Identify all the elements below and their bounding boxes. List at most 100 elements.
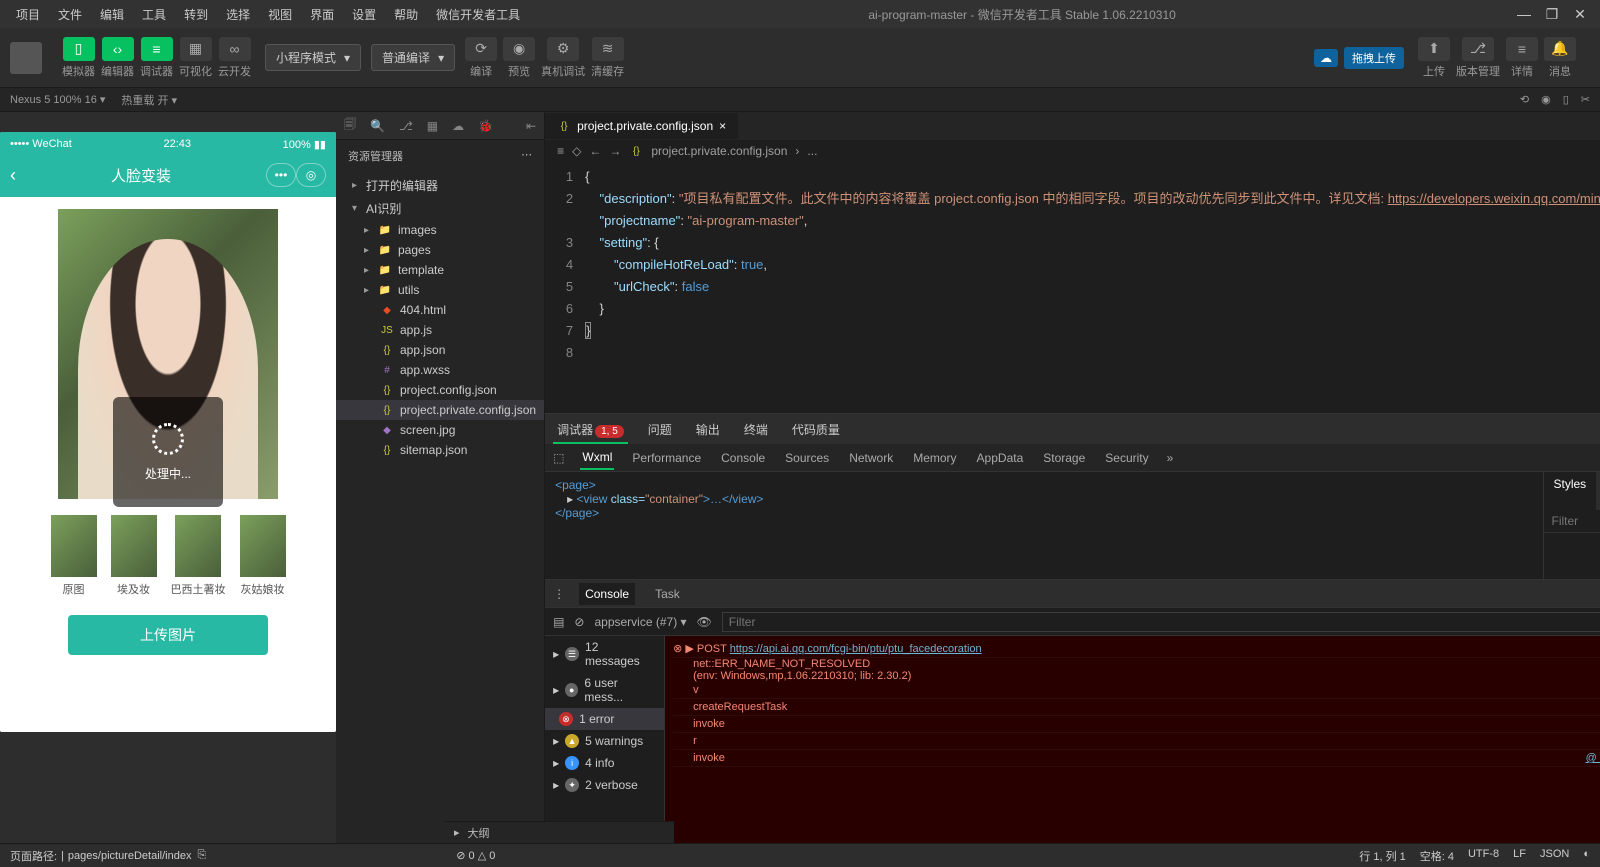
file-appjson[interactable]: {}app.json — [336, 340, 544, 360]
menu-view[interactable]: 视图 — [260, 2, 300, 27]
rotate-icon[interactable]: ⟲ — [1520, 93, 1529, 106]
msg-verbose[interactable]: ▸✦2 verbose — [545, 774, 664, 796]
menu-tool[interactable]: 工具 — [134, 2, 174, 27]
mode-dropdown[interactable]: 小程序模式▾ — [265, 44, 361, 71]
menu-settings[interactable]: 设置 — [344, 2, 384, 27]
inspect-icon[interactable]: ⬚ — [553, 451, 564, 465]
remote-debug-button[interactable]: ⚙真机调试 — [541, 37, 585, 79]
cut-icon[interactable]: ✂ — [1581, 93, 1590, 106]
tab-output[interactable]: 输出 — [692, 415, 724, 444]
thumb-egypt[interactable]: 埃及妆 — [111, 515, 157, 597]
error-url[interactable]: https://api.ai.qq.com/fcgi-bin/ptu/ptu_f… — [730, 643, 982, 655]
more-icon[interactable]: ⋯ — [521, 148, 532, 164]
console-log[interactable]: ⊗ ▶ POST https://api.ai.qq.com/fcgi-bin/… — [665, 636, 1600, 843]
encoding[interactable]: UTF-8 — [1468, 848, 1499, 864]
file-projectconfig[interactable]: {}project.config.json — [336, 380, 544, 400]
file-404[interactable]: ◆404.html — [336, 300, 544, 320]
kebab-icon[interactable]: ⋮ — [553, 587, 565, 601]
source-link[interactable]: @ WAServiceMainContext…09094889&v=2.30.2… — [1586, 752, 1600, 764]
drag-upload-tag[interactable]: 拖拽上传 — [1344, 47, 1404, 69]
code-editor[interactable]: 12345678 { "description": "项目私有配置文件。此文件中… — [545, 162, 1600, 413]
feedback-icon[interactable]: ◐ — [1583, 848, 1590, 864]
user-avatar[interactable] — [10, 42, 42, 74]
doc-link[interactable]: https://developers.weixin.qq.com/minipro… — [1388, 191, 1600, 206]
simulator-button[interactable]: ▯模拟器 — [62, 37, 95, 79]
thumb-cinderella[interactable]: 灰姑娘妆 — [240, 515, 286, 597]
dt-sources[interactable]: Sources — [783, 447, 831, 469]
messages-button[interactable]: 🔔消息 — [1544, 37, 1576, 79]
details-button[interactable]: ≡详情 — [1506, 37, 1538, 79]
msg-all[interactable]: ▸☰12 messages — [545, 636, 664, 672]
msg-user[interactable]: ▸●6 user mess... — [545, 672, 664, 708]
wxml-tree[interactable]: <page> ▸ <view class="container">…</view… — [545, 472, 1542, 579]
dt-appdata[interactable]: AppData — [975, 447, 1026, 469]
dt-memory[interactable]: Memory — [911, 447, 958, 469]
dt-console[interactable]: Console — [719, 447, 767, 469]
menu-project[interactable]: 项目 — [8, 2, 48, 27]
styles-tab-styles[interactable]: Styles — [1544, 472, 1597, 510]
breadcrumb-file[interactable]: project.private.config.json — [651, 144, 787, 158]
file-appjs[interactable]: JSapp.js — [336, 320, 544, 340]
menu-help[interactable]: 帮助 — [386, 2, 426, 27]
compile-dropdown[interactable]: 普通编译▾ — [371, 44, 455, 71]
folder-images[interactable]: ▸📁images — [336, 220, 544, 240]
thumb-brazil[interactable]: 巴西土著妆 — [171, 515, 226, 597]
folder-utils[interactable]: ▸📁utils — [336, 280, 544, 300]
cloud-button[interactable]: ∞云开发 — [218, 37, 251, 79]
editor-button[interactable]: ‹›编辑器 — [101, 37, 134, 79]
back-icon[interactable]: ‹ — [10, 165, 16, 186]
console-tab-console[interactable]: Console — [579, 583, 635, 605]
close-tab-icon[interactable]: × — [719, 119, 726, 133]
msg-error[interactable]: ⊗1 error — [545, 708, 664, 730]
menu-wechat[interactable]: 微信开发者工具 — [428, 2, 528, 27]
close-capsule-icon[interactable]: ◎ — [296, 163, 326, 187]
bug-icon[interactable]: 🐞 — [478, 119, 493, 133]
language-mode[interactable]: JSON — [1540, 848, 1569, 864]
more-tabs-icon[interactable]: » — [1167, 451, 1174, 465]
file-screenjpg[interactable]: ◆screen.jpg — [336, 420, 544, 440]
git-icon[interactable]: ⎇ — [399, 119, 413, 133]
folder-template[interactable]: ▸📁template — [336, 260, 544, 280]
outline-section[interactable]: ▸大纲 — [444, 821, 674, 843]
styles-tab-computed[interactable]: Computed — [1596, 472, 1600, 510]
upload-button[interactable]: ⬆上传 — [1418, 37, 1450, 79]
close-button[interactable]: ✕ — [1572, 6, 1588, 23]
tab-quality[interactable]: 代码质量 — [788, 415, 844, 444]
debugger-button[interactable]: ≡调试器 — [140, 37, 173, 79]
eol[interactable]: LF — [1513, 848, 1526, 864]
tab-debugger[interactable]: 调试器1, 5 — [553, 415, 628, 444]
preview-button[interactable]: ◉预览 — [503, 37, 535, 79]
clear-icon[interactable]: ⊘ — [574, 615, 584, 629]
cloud-icon[interactable]: ☁ — [452, 119, 464, 133]
ext-icon[interactable]: ▦ — [427, 119, 438, 133]
visual-button[interactable]: ▦可视化 — [179, 37, 212, 79]
tab-terminal[interactable]: 终端 — [740, 415, 772, 444]
hot-reload-toggle[interactable]: 热重载 开 ▾ — [121, 92, 177, 108]
search-icon[interactable]: 🔍 — [370, 119, 385, 133]
file-projectprivate[interactable]: {}project.private.config.json — [336, 400, 544, 420]
back-nav-icon[interactable]: ← — [589, 144, 601, 158]
msg-info[interactable]: ▸i4 info — [545, 752, 664, 774]
maximize-button[interactable]: ❐ — [1544, 6, 1560, 23]
console-tab-task[interactable]: Task — [649, 583, 686, 605]
page-path[interactable]: pages/pictureDetail/index — [68, 850, 192, 862]
menu-edit[interactable]: 编辑 — [92, 2, 132, 27]
section-opened-editors[interactable]: ▸打开的编辑器 — [336, 174, 544, 197]
section-project[interactable]: ▾AI识别 — [336, 197, 544, 220]
record-icon[interactable]: ◉ — [1541, 93, 1551, 106]
dt-performance[interactable]: Performance — [630, 447, 703, 469]
msg-warn[interactable]: ▸▲5 warnings — [545, 730, 664, 752]
console-filter-input[interactable] — [722, 612, 1600, 632]
fwd-nav-icon[interactable]: → — [609, 144, 621, 158]
minimize-button[interactable]: — — [1516, 6, 1532, 23]
context-dropdown[interactable]: appservice (#7) ▾ — [594, 615, 686, 629]
files-icon[interactable]: 🗐 — [344, 115, 356, 136]
menu-interface[interactable]: 界面 — [302, 2, 342, 27]
list-icon[interactable]: ≡ — [557, 144, 564, 158]
problems-status[interactable]: ⊘ 0 △ 0 — [456, 849, 495, 862]
bookmark-icon[interactable]: ◇ — [572, 144, 581, 158]
file-appwxss[interactable]: #app.wxss — [336, 360, 544, 380]
dt-security[interactable]: Security — [1103, 447, 1150, 469]
styles-filter-input[interactable] — [1552, 514, 1600, 528]
tab-projectprivate[interactable]: {}project.private.config.json× — [545, 113, 739, 139]
